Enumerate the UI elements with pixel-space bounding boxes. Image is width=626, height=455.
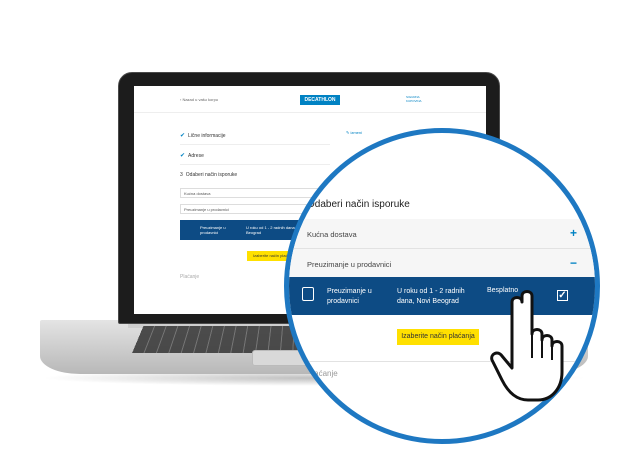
home-delivery-option[interactable]: Kućna dostava + bbox=[289, 219, 595, 249]
step-personal-info[interactable]: ✔ Lične informacije bbox=[180, 132, 226, 139]
secure-badge: SIGURNA KUPOVINA bbox=[406, 95, 422, 103]
store-icon bbox=[302, 287, 314, 301]
decathlon-logo[interactable]: DECATHLON bbox=[300, 95, 340, 105]
divider bbox=[180, 144, 330, 145]
store-pickup-option[interactable]: Preuzimanje u prodavnici − bbox=[289, 249, 595, 279]
choose-payment-button[interactable]: Izaberite način plaćanja bbox=[397, 329, 479, 345]
plus-icon[interactable]: + bbox=[570, 226, 577, 240]
option-time: U roku od 1 - 2 radnih dana, Novi Beogra… bbox=[397, 288, 465, 305]
back-link[interactable]: ‹ Nazad u vašu korpu bbox=[180, 97, 218, 102]
delivery-title: Odaberi način isporuke bbox=[307, 199, 410, 210]
minus-icon[interactable]: − bbox=[570, 256, 577, 270]
step-delivery: 3 Odaberi način isporuke bbox=[180, 172, 238, 178]
hand-pointer-icon bbox=[490, 290, 564, 402]
divider bbox=[180, 164, 330, 165]
checkout-header: ‹ Nazad u vašu korpu DECATHLON SIGURNA K… bbox=[134, 86, 486, 113]
step-payment: Plaćanje bbox=[180, 274, 200, 280]
option-name: Preuzimanje u prodavnici bbox=[327, 288, 372, 305]
check-icon: ✔ bbox=[180, 133, 186, 139]
step-addresses[interactable]: ✔ Adrese bbox=[180, 152, 204, 159]
edit-link[interactable]: ✎ izmeni bbox=[346, 130, 362, 135]
home-delivery-row[interactable]: Kućna dostava bbox=[180, 188, 330, 198]
check-icon: ✔ bbox=[180, 153, 186, 159]
